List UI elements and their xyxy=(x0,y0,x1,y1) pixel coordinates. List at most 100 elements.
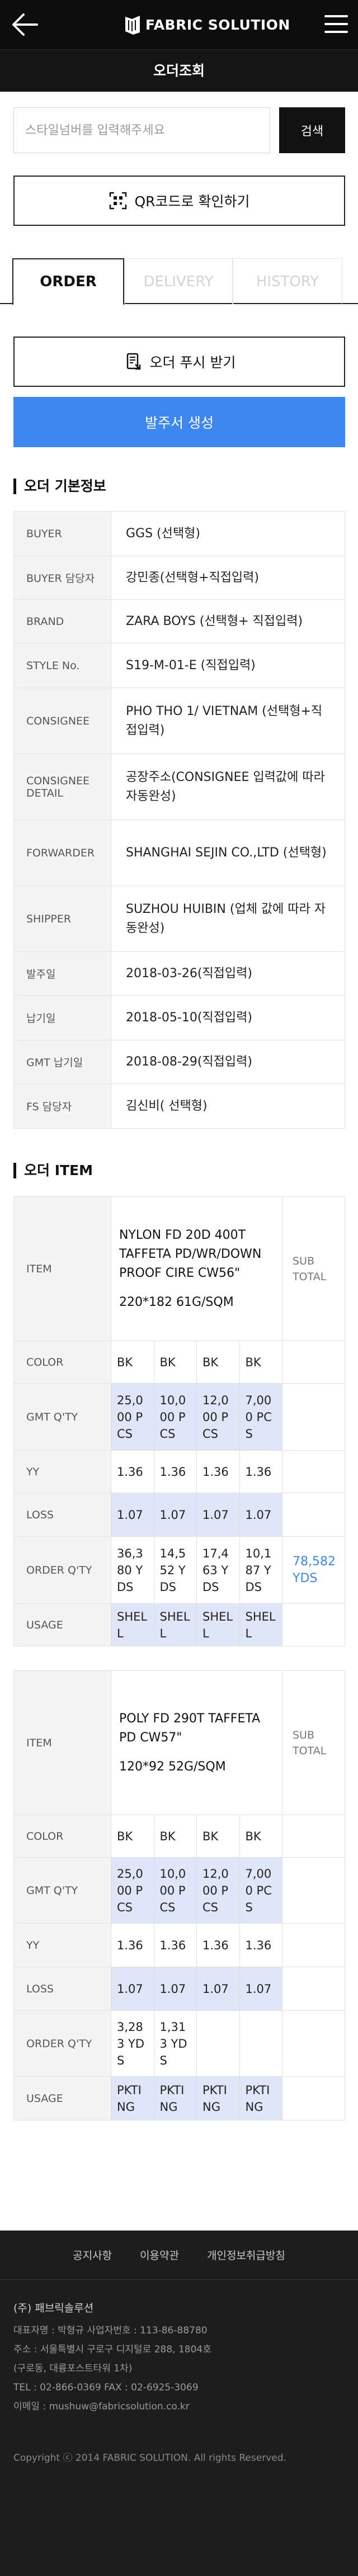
item-label: ITEM xyxy=(13,1196,111,1341)
tab-delivery[interactable]: DELIVERY xyxy=(124,258,233,304)
gmt-qty-total xyxy=(282,1857,345,1924)
footer-link-terms[interactable]: 이용약관 xyxy=(140,2247,179,2262)
style-search: 검색 xyxy=(13,107,345,153)
info-key: GMT 납기일 xyxy=(13,1040,111,1084)
usage-row: USAGE SHELL SHELL SHELL SHELL xyxy=(13,1603,345,1646)
sub-total-label: SUB TOTAL xyxy=(282,1670,345,1815)
footer-link-privacy[interactable]: 개인정보취급방침 xyxy=(207,2247,285,2262)
order-qty-label: ORDER Q'TY xyxy=(13,2010,111,2077)
qr-code-icon xyxy=(109,192,126,210)
loss-total xyxy=(282,1493,345,1537)
item-spec-row: ITEM POLY FD 290T TAFFETA PD CW57" 120*9… xyxy=(13,1670,345,1815)
tab-order[interactable]: ORDER xyxy=(12,258,124,305)
item-label: ITEM xyxy=(13,1670,111,1815)
item-spec: NYLON FD 20D 400T TAFFETA PD/WR/DOWN PRO… xyxy=(111,1196,282,1341)
footer-link-notice[interactable]: 공지사항 xyxy=(73,2247,112,2262)
loss-cell: 1.07 xyxy=(196,1493,240,1537)
color-row: COLOR BK BK BK BK xyxy=(13,1341,345,1384)
info-key: BUYER xyxy=(13,511,111,556)
company-info-line: 이메일 : mushuw@fabricsolution.co.kr xyxy=(13,2401,190,2412)
info-key: CONSIGNEE DETAIL xyxy=(13,754,111,820)
color-cell: BK xyxy=(153,1815,197,1858)
info-row: BUYER GGS (선택형) xyxy=(13,511,345,556)
footer-links: 공지사항 이용약관 개인정보취급방침 xyxy=(0,2231,358,2280)
color-label: COLOR xyxy=(13,1341,111,1384)
loss-label: LOSS xyxy=(13,1493,111,1537)
yy-cell: 1.36 xyxy=(111,1450,154,1493)
gmt-qty-total xyxy=(282,1383,345,1451)
order-qty-total: 78,582 YDS xyxy=(282,1536,345,1604)
yy-cell: 1.36 xyxy=(153,1450,197,1493)
info-row: CONSIGNEE DETAIL 공장주소(CONSIGNEE 입력값에 따라 자… xyxy=(13,754,345,820)
order-info-table: BUYER GGS (선택형) BUYER 담당자 강민종(선택형+직접입력) BR… xyxy=(13,511,345,1129)
company-info-line: (구로동, 대륭포스트타워 1차) xyxy=(13,2363,133,2374)
company-name: (주) 패브릭솔루션 xyxy=(13,2302,94,2314)
usage-cell: SHELL xyxy=(239,1603,282,1646)
loss-label: LOSS xyxy=(13,1967,111,2011)
info-row: 납기일 2018-05-10(직접입력) xyxy=(13,995,345,1040)
info-row: BUYER 담당자 강민종(선택형+직접입력) xyxy=(13,556,345,600)
gmt-qty-cell: 12,000 PCS xyxy=(196,1383,240,1451)
gmt-qty-cell: 25,000 PCS xyxy=(111,1857,154,1924)
order-qty-cell xyxy=(239,2010,282,2077)
company-info-line: 대표자명 : 박형규 사업자번호 : 113-86-88780 xyxy=(13,2325,208,2336)
info-key: CONSIGNEE xyxy=(13,688,111,754)
info-row: 발주일 2018-03-26(직접입력) xyxy=(13,951,345,996)
gmt-qty-cell: 10,000 PCS xyxy=(153,1857,197,1924)
site-footer: 공지사항 이용약관 개인정보취급방침 (주) 패브릭솔루션 대표자명 : 박형규… xyxy=(0,2231,358,2576)
loss-cell: 1.07 xyxy=(239,1967,282,2011)
color-cell: BK xyxy=(111,1341,154,1384)
item-spec-name: POLY FD 290T TAFFETA PD CW57" xyxy=(119,1711,261,1745)
color-cell: BK xyxy=(153,1341,197,1384)
color-cell: BK xyxy=(196,1341,240,1384)
loss-total xyxy=(282,1967,345,2011)
usage-cell: PKTING xyxy=(239,2076,282,2120)
info-value: 2018-08-29(직접입력) xyxy=(111,1040,345,1084)
brand-logo-icon xyxy=(125,16,140,35)
order-item-title: 오더 ITEM xyxy=(13,1163,93,1178)
back-arrow-icon[interactable] xyxy=(10,12,39,37)
color-row: COLOR BK BK BK BK xyxy=(13,1815,345,1858)
gmt-qty-cell: 7,000 PCS xyxy=(239,1857,282,1924)
order-qty-cell: 1,313 YDS xyxy=(153,2010,197,2077)
search-button[interactable]: 검색 xyxy=(279,107,345,153)
usage-cell: SHELL xyxy=(111,1603,154,1646)
order-tabs: ORDER DELIVERY HISTORY xyxy=(0,258,358,305)
order-push-button[interactable]: 오더 푸시 받기 xyxy=(13,337,345,387)
style-number-input[interactable] xyxy=(13,107,270,153)
usage-label: USAGE xyxy=(13,2076,111,2120)
info-key: FS 담당자 xyxy=(13,1083,111,1129)
yy-cell: 1.36 xyxy=(196,1923,240,1967)
gmt-qty-row: GMT Q'TY 25,000 PCS 10,000 PCS 12,000 PC… xyxy=(13,1857,345,1924)
info-value: S19-M-01-E (직접입력) xyxy=(111,643,345,688)
tab-history[interactable]: HISTORY xyxy=(233,258,342,304)
usage-cell: PKTING xyxy=(153,2076,197,2120)
color-cell: BK xyxy=(239,1815,282,1858)
qr-check-button[interactable]: QR코드로 확인하기 xyxy=(13,176,345,226)
brand-name: FABRIC SOLUTION xyxy=(145,16,290,33)
info-key: 납기일 xyxy=(13,995,111,1040)
info-value: 김신비( 선택형) xyxy=(111,1083,345,1129)
order-item-table-2: ITEM POLY FD 290T TAFFETA PD CW57" 120*9… xyxy=(13,1670,345,2120)
info-key: BRAND xyxy=(13,599,111,643)
loss-row: LOSS 1.07 1.07 1.07 1.07 xyxy=(13,1967,345,2011)
push-notification-icon xyxy=(126,353,140,370)
yy-cell: 1.36 xyxy=(196,1450,240,1493)
info-value: 강민종(선택형+직접입력) xyxy=(111,556,345,600)
item-spec-row: ITEM NYLON FD 20D 400T TAFFETA PD/WR/DOW… xyxy=(13,1196,345,1341)
brand-logo[interactable]: FABRIC SOLUTION xyxy=(124,13,290,36)
loss-cell: 1.07 xyxy=(239,1493,282,1537)
company-info-line: 주소 : 서울특별시 구로구 디지털로 288, 1804호 xyxy=(13,2344,211,2355)
info-value: PHO THO 1/ VIETNAM (선택형+직접입력) xyxy=(111,688,345,754)
usage-cell: SHELL xyxy=(196,1603,240,1646)
info-value: ZARA BOYS (선택형+ 직접입력) xyxy=(111,599,345,643)
order-qty-total xyxy=(282,2010,345,2077)
order-qty-cell: 36,380 YDS xyxy=(111,1536,154,1604)
yy-label: YY xyxy=(13,1450,111,1493)
create-po-button[interactable]: 발주서 생성 xyxy=(13,397,345,447)
usage-row: USAGE PKTING PKTING PKTING PKTING xyxy=(13,2076,345,2120)
qr-check-label: QR코드로 확인하기 xyxy=(134,193,250,210)
hamburger-menu-icon[interactable] xyxy=(324,13,348,35)
company-info: 대표자명 : 박형규 사업자번호 : 113-86-88780 주소 : 서울특… xyxy=(13,2321,211,2416)
info-value: 2018-03-26(직접입력) xyxy=(111,951,345,996)
